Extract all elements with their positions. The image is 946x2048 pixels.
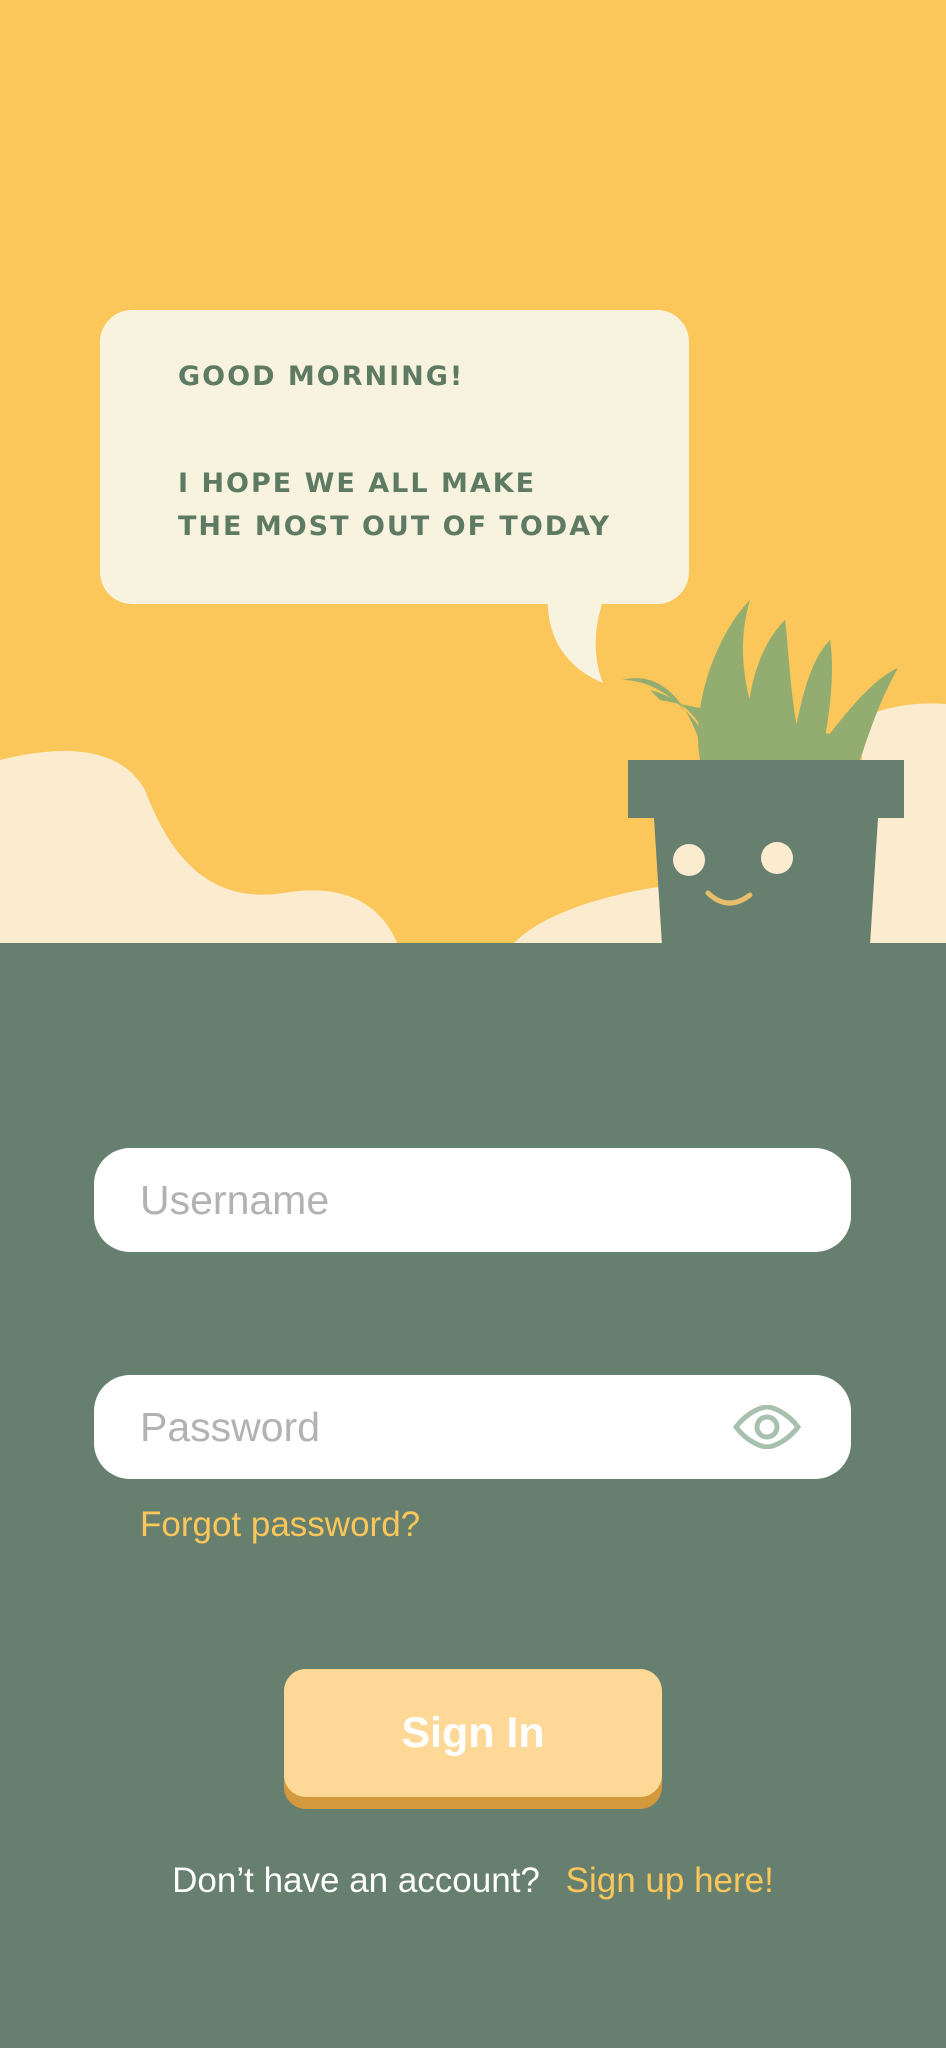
sign-in-label: Sign In	[284, 1669, 662, 1797]
login-panel: Forgot password? Sign In Don’t have an a…	[0, 943, 946, 2048]
plant-leaves	[622, 600, 898, 770]
password-field[interactable]	[94, 1375, 851, 1479]
forgot-password-link[interactable]: Forgot password?	[140, 1505, 420, 1545]
hero-illustration: GOOD MORNING! I HOPE WE ALL MAKE THE MOS…	[0, 0, 946, 945]
left-cloud	[0, 751, 398, 945]
message-line-1: I HOPE WE ALL MAKE	[178, 468, 537, 499]
login-screen: GOOD MORNING! I HOPE WE ALL MAKE THE MOS…	[0, 0, 946, 2048]
sign-in-button[interactable]: Sign In	[284, 1669, 662, 1809]
eye-icon[interactable]	[733, 1405, 801, 1449]
plant-pot	[628, 760, 904, 945]
bubble-text: GOOD MORNING! I HOPE WE ALL MAKE THE MOS…	[178, 355, 698, 548]
sign-up-link[interactable]: Sign up here!	[566, 1861, 774, 1900]
message-line-2: THE MOST OUT OF TODAY	[178, 511, 612, 542]
username-input[interactable]	[140, 1148, 760, 1252]
right-cloud	[512, 880, 680, 945]
no-account-text: Don’t have an account?	[172, 1861, 540, 1900]
greeting-text: GOOD MORNING!	[178, 361, 465, 392]
signup-row: Don’t have an account? Sign up here!	[0, 1861, 946, 1901]
username-field[interactable]	[94, 1148, 851, 1252]
password-input[interactable]	[140, 1375, 760, 1479]
